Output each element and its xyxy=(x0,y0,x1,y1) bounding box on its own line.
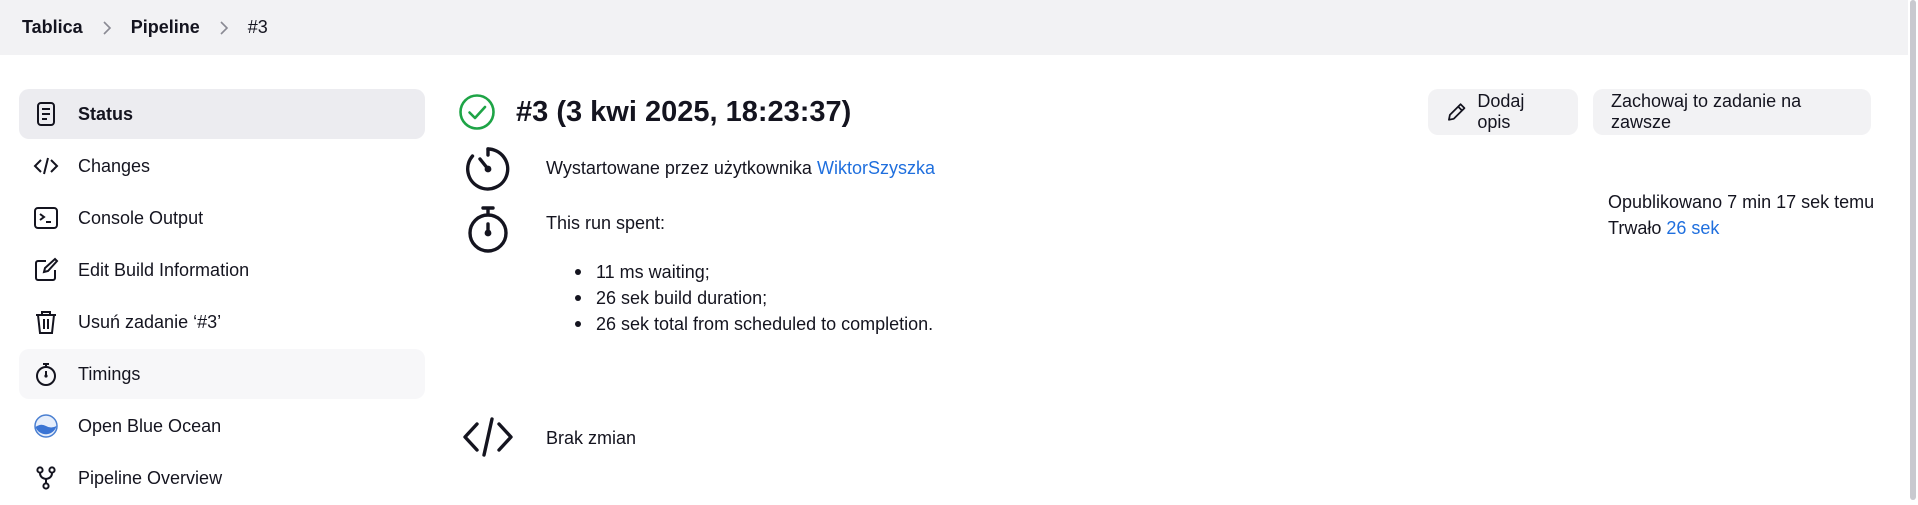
scrollbar[interactable] xyxy=(1908,0,1918,500)
chevron-right-icon xyxy=(101,20,113,35)
sidebar-item-changes[interactable]: Changes xyxy=(19,141,425,191)
sidebar-item-status[interactable]: Status xyxy=(19,89,425,139)
sidebar-item-label: Usuń zadanie ‘#3’ xyxy=(78,311,222,332)
sidebar-item-edit-build-information[interactable]: Edit Build Information xyxy=(19,245,425,295)
add-description-label: Dodaj opis xyxy=(1477,91,1525,132)
sidebar-item-label: Open Blue Ocean xyxy=(78,415,222,436)
started-by-prefix: Wystartowane przez użytkownika xyxy=(546,158,812,178)
spent-title: This run spent: xyxy=(546,213,666,233)
main-content: #3 (3 kwi 2025, 18:23:37) Dodaj opis Zac… xyxy=(458,89,1878,457)
sidebar-item-label: Console Output xyxy=(78,207,204,228)
blue-ocean-icon xyxy=(33,413,59,439)
sidebar: Status Changes Console Output Edit Build… xyxy=(19,89,425,505)
sidebar-item-label: Status xyxy=(78,103,134,124)
pencil-icon xyxy=(1448,103,1466,121)
breadcrumb-item-current[interactable]: #3 xyxy=(248,17,268,38)
breadcrumb-item-dashboard[interactable]: Tablica xyxy=(22,17,83,38)
code-icon xyxy=(463,417,513,457)
success-check-icon xyxy=(459,94,495,130)
terminal-icon xyxy=(33,205,59,231)
time-spent-list: 11 ms waiting; 26 sek build duration; 26… xyxy=(558,259,933,337)
list-item: 26 sek total from scheduled to completio… xyxy=(558,311,933,337)
published-text: Opublikowano 7 min 17 sek temu xyxy=(1608,192,1875,212)
list-item: 26 sek build duration; xyxy=(558,285,933,311)
chevron-right-icon xyxy=(218,20,230,35)
code-icon xyxy=(33,153,59,179)
sidebar-item-label: Timings xyxy=(78,363,141,384)
no-changes-text: Brak zmian xyxy=(546,428,637,448)
edit-icon xyxy=(33,257,59,283)
timer-icon xyxy=(466,147,510,191)
list-item: 11 ms waiting; xyxy=(558,259,933,285)
stopwatch-icon xyxy=(468,206,508,253)
sidebar-item-label: Changes xyxy=(78,155,151,176)
page-title: #3 (3 kwi 2025, 18:23:37) xyxy=(516,95,852,128)
add-description-button[interactable]: Dodaj opis xyxy=(1428,89,1578,135)
sidebar-item-label: Pipeline Overview xyxy=(78,467,223,488)
user-link[interactable]: WiktorSzyszka xyxy=(817,158,935,178)
breadcrumb-item-pipeline[interactable]: Pipeline xyxy=(131,17,200,38)
sidebar-item-console-output[interactable]: Console Output xyxy=(19,193,425,243)
trash-icon xyxy=(33,309,59,335)
build-header: #3 (3 kwi 2025, 18:23:37) Dodaj opis Zac… xyxy=(458,89,1878,135)
document-icon xyxy=(33,101,59,127)
started-by-text: Wystartowane przez użytkownika WiktorSzy… xyxy=(546,158,935,179)
keep-forever-button[interactable]: Zachowaj to zadanie na zawsze xyxy=(1593,89,1871,135)
stopwatch-icon xyxy=(33,361,59,387)
duration-row: Trwało 26 sek xyxy=(1608,215,1874,241)
sidebar-item-delete-build[interactable]: Usuń zadanie ‘#3’ xyxy=(19,297,425,347)
sidebar-item-label: Edit Build Information xyxy=(78,259,250,280)
pipeline-graph-icon xyxy=(33,465,59,491)
duration-link[interactable]: 26 sek xyxy=(1666,218,1719,238)
scrollbar-thumb[interactable] xyxy=(1910,0,1916,500)
build-meta: Opublikowano 7 min 17 sek temu Trwało 26… xyxy=(1608,189,1874,241)
breadcrumb: Tablica Pipeline #3 xyxy=(0,0,1908,55)
sidebar-item-timings[interactable]: Timings xyxy=(19,349,425,399)
keep-forever-label: Zachowaj to zadanie na zawsze xyxy=(1611,91,1802,132)
sidebar-item-pipeline-overview[interactable]: Pipeline Overview xyxy=(19,453,425,503)
sidebar-item-open-blue-ocean[interactable]: Open Blue Ocean xyxy=(19,401,425,451)
duration-prefix: Trwało xyxy=(1608,218,1662,238)
